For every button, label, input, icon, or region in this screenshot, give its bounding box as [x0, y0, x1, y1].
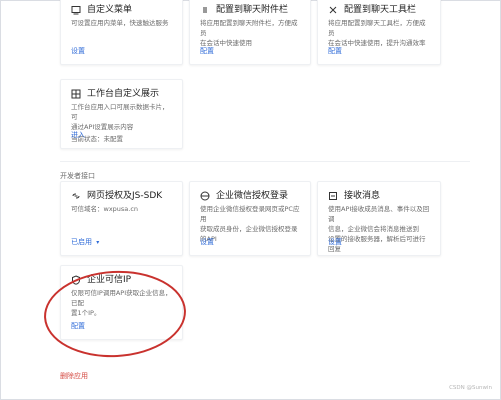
- card-title: 企业微信授权登录: [200, 190, 300, 202]
- app-detail-page: 自定义菜单 可设置应用内菜单，快速触达服务 设置 配置到聊天附件栏 将应用配置到…: [0, 0, 501, 400]
- card-workspace-display[interactable]: 工作台自定义展示 工作台应用入口可展示数据卡片，可 通过API设置展示内容 当前…: [60, 79, 183, 149]
- tool-icon: [328, 5, 338, 15]
- card-web-auth-jssdk[interactable]: 网页授权及JS-SDK 可信域名：wxpusa.cn 已启用 ▾: [60, 181, 183, 256]
- card-description: 将应用配置到聊天附件栏，方便成员 在会话中快速使用: [200, 19, 298, 47]
- enter-link[interactable]: 进入: [71, 131, 85, 140]
- card-trusted-ip[interactable]: 企业可信IP 仅限可信IP调用API获取企业信息，已配 置1个IP。 配置: [60, 265, 183, 340]
- grid-icon: [71, 89, 81, 99]
- card-status: 当前状态：未配置: [71, 135, 123, 143]
- card-enterprise-auth-login[interactable]: 企业微信授权登录 使用企业微信授权登录网页或PC应用 获取成员身份，企业微信授权…: [189, 181, 311, 256]
- configure-link[interactable]: 配置: [71, 322, 85, 331]
- card-title: 网页授权及JS-SDK: [71, 190, 172, 202]
- globe-icon: [200, 191, 210, 201]
- menu-icon: [71, 5, 81, 15]
- configure-link[interactable]: 配置: [328, 47, 342, 56]
- card-description: 使用API接收成员消息、事件以及回调 信息，企业微信会将消息推送到 设置的接收服…: [328, 205, 430, 253]
- card-chat-toolbar[interactable]: 配置到聊天工具栏 将应用配置到聊天工具栏，方便成员 在会话中快速使用，提升沟通效…: [317, 0, 441, 65]
- card-chat-attachment[interactable]: 配置到聊天附件栏 将应用配置到聊天附件栏，方便成员 在会话中快速使用 配置: [189, 0, 311, 65]
- watermark: CSDN @Sunwin: [449, 385, 492, 391]
- set-link[interactable]: 设置: [71, 47, 85, 56]
- delete-app-link[interactable]: 删除应用: [60, 371, 88, 381]
- card-title: 配置到聊天附件栏: [200, 4, 300, 16]
- set-link[interactable]: 设置: [328, 238, 342, 247]
- card-description: 将应用配置到聊天工具栏，方便成员 在会话中快速使用，提升沟通效率: [328, 19, 426, 47]
- section-label: 开发者接口: [60, 172, 95, 180]
- card-description: 可信域名：wxpusa.cn: [71, 205, 139, 213]
- configure-link[interactable]: 配置: [200, 47, 214, 56]
- chevron-down-icon[interactable]: ▾: [96, 239, 99, 246]
- card-description: 仅限可信IP调用API获取企业信息，已配 置1个IP。: [71, 289, 172, 317]
- link-icon: [71, 191, 81, 201]
- set-link[interactable]: 设置: [200, 238, 214, 247]
- shield-icon: [71, 275, 81, 285]
- card-receive-message[interactable]: 接收消息 使用API接收成员消息、事件以及回调 信息，企业微信会将消息推送到 设…: [317, 181, 441, 256]
- card-description: 使用企业微信授权登录网页或PC应用 获取成员身份，企业微信授权登录 的API: [200, 205, 300, 243]
- card-description: 可设置应用内菜单，快速触达服务: [71, 19, 169, 27]
- card-title: 配置到聊天工具栏: [328, 4, 430, 16]
- section-divider: [60, 161, 470, 162]
- card-description: 工作台应用入口可展示数据卡片，可 通过API设置展示内容: [71, 103, 169, 131]
- card-title: 工作台自定义展示: [71, 88, 172, 100]
- attachment-icon: [200, 5, 210, 15]
- inbox-icon: [328, 191, 338, 201]
- enabled-link[interactable]: 已启用 ▾: [71, 238, 99, 247]
- card-title: 自定义菜单: [71, 4, 172, 16]
- card-title: 企业可信IP: [71, 274, 172, 286]
- card-custom-menu[interactable]: 自定义菜单 可设置应用内菜单，快速触达服务 设置: [60, 0, 183, 65]
- card-title: 接收消息: [328, 190, 430, 202]
